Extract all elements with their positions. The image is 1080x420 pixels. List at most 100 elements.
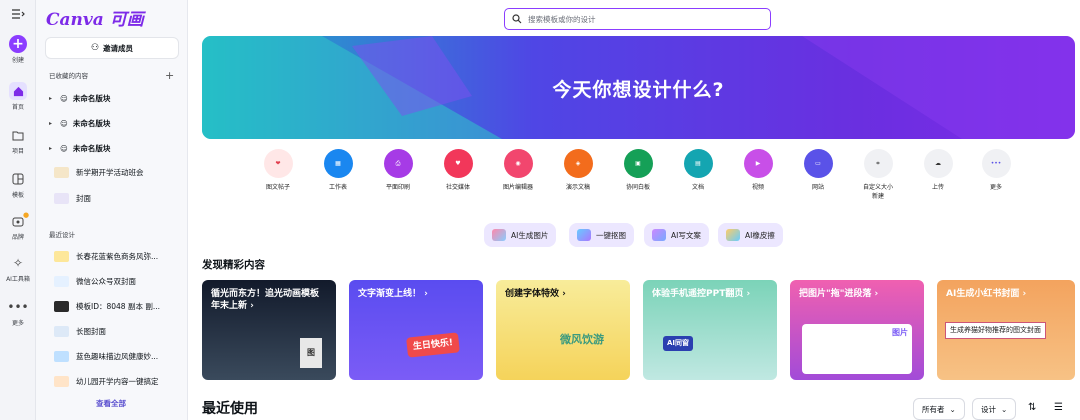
card-title: 体验手机遥控PPT翻页 › [652,289,751,299]
recent-design-item[interactable]: 新学期开学活动班会 [54,167,144,178]
category-label: 文档 [691,184,704,191]
design-thumbnail [54,276,69,287]
category-label: 更多 [989,184,1002,191]
invite-members-button[interactable]: ⚇ 邀请成员 [45,37,179,59]
category-label: 工作表 [328,184,347,191]
smile-icon: ☺ [60,119,68,128]
category-worksheet[interactable]: ▦ 工作表 [310,149,366,191]
card-art: 微风饮游 [560,333,604,346]
category-website[interactable]: ▭ 网站 [790,149,846,191]
ai-tools-label: AI工具箱 [6,276,30,283]
category-presentation[interactable]: ◈ 演示文稿 [550,149,606,191]
recent-design-item[interactable]: 模板ID：8048 副本 副... [54,301,160,312]
ai-eraser-button[interactable]: AI橡皮擦 [718,223,783,247]
category-docs[interactable]: ▤ 文档 [670,149,726,191]
search-box[interactable]: 搜索模板或你的设计 [504,8,771,30]
design-thumbnail [54,326,69,337]
more-dots-icon: ••• [981,149,1011,178]
website-icon: ▭ [803,149,833,178]
discover-card[interactable]: AI生成小红书封面 › 生成养猫好物推荐的图文封面 [937,280,1075,380]
category-label: 上传 [931,184,944,191]
nav-ai-tools[interactable]: ✧ AI工具箱 [0,254,36,283]
favorites-heading: 已收藏的内容 [49,72,88,80]
discover-card[interactable]: 循光而东方！追光动画模板年末上新 › 图 [202,280,336,380]
add-favorite-icon[interactable]: + [165,69,174,82]
recent-design-item[interactable]: 长春花蓝紫色商务风弥... [54,251,158,262]
category-upload[interactable]: ☁ 上传 [910,149,966,191]
card-art: 图 [300,338,322,368]
hero-title: 今天你想设计什么? [552,79,725,101]
magic-write-icon [652,229,666,241]
nav-templates[interactable]: 模板 [0,170,36,199]
create-label: 创建 [11,57,24,64]
category-custom-size[interactable]: ⌗ 自定义大小 新建 [850,149,906,200]
recent-design-label: 长图封面 [76,327,106,336]
card-title: AI生成小红书封面 › [946,289,1027,299]
recent-design-item[interactable]: 长图封面 [54,326,106,337]
list-view-icon[interactable]: ☰ [1054,402,1063,413]
category-posts[interactable]: ❤ 图文帖子 [250,149,306,191]
nav-home[interactable]: 首页 [0,82,36,111]
whiteboard-icon: ▣ [623,149,653,178]
folder-icon [9,126,27,144]
sort-icon[interactable]: ⇅ [1028,402,1036,413]
view-all-link[interactable]: 查看全部 [96,398,126,409]
design-filter-dropdown[interactable]: 设计 ⌄ [972,398,1017,420]
dropdown-label: 所有者 [922,404,945,414]
nav-brand[interactable]: ● 品牌 [0,211,36,241]
category-print[interactable]: ⎙ 平面印刷 [370,149,426,191]
remove-bg-button[interactable]: 一键抠图 [569,223,634,247]
design-thumbnail [54,251,69,262]
discover-card[interactable]: 体验手机遥控PPT翻页 › AI同窗 [643,280,777,380]
ai-write-button[interactable]: AI写文案 [644,223,709,247]
recent-design-item[interactable]: 封面 [54,193,91,204]
nav-projects[interactable]: 项目 [0,126,36,155]
recent-design-label: 长春花蓝紫色商务风弥... [76,252,159,261]
discover-card[interactable]: 创建字体特效 › 微风饮游 [496,280,630,380]
discover-heading: 发现精彩内容 [202,259,265,271]
category-social[interactable]: ♥ 社交媒体 [430,149,486,191]
category-label: 协同白板 [625,184,650,191]
category-label: 图片编辑器 [502,184,533,191]
category-video[interactable]: ▶ 视频 [730,149,786,191]
presentation-icon: ◈ [563,149,593,178]
table-icon: ▦ [323,149,353,178]
eraser-icon [726,229,740,241]
search-input[interactable]: 搜索模板或你的设计 [528,14,596,25]
smile-icon: ☺ [60,94,68,103]
recent-design-item[interactable]: 幼儿园开学内容一键搞定 [54,376,159,387]
discover-card[interactable]: 把图片"拖"进段落 › 图片 [790,280,924,380]
category-whiteboard[interactable]: ▣ 协同白板 [610,149,666,191]
nav-more[interactable]: ••• 更多 [0,298,36,327]
design-thumbnail [54,193,69,204]
sparkle-icon: ✧ [12,256,24,270]
owner-filter-dropdown[interactable]: 所有者 ⌄ [913,398,965,420]
design-thumbnail [54,351,69,362]
favorite-label: 未命名版块 [72,119,111,128]
favorite-item[interactable]: ▸ ☺ 未命名版块 [49,93,110,104]
category-photo-editor[interactable]: ◉ 图片编辑器 [490,149,546,191]
menu-toggle-icon[interactable] [0,8,36,22]
category-label: 演示文稿 [565,184,590,191]
pill-label: AI橡皮擦 [745,230,775,240]
cloud-upload-icon: ☁ [923,149,953,178]
ai-generate-image-button[interactable]: AI生成图片 [484,223,557,247]
recent-design-item[interactable]: 微信公众号双封面 [54,276,136,287]
main-content: 搜索模板或你的设计 今天你想设计什么? ❤ 图文帖子 ▦ 工作表 ⎙ 平面印刷 ♥ 社交… [188,0,1080,420]
create-button[interactable]: + 创建 [0,35,36,64]
category-more[interactable]: ••• 更多 [968,149,1024,191]
favorite-item[interactable]: ▸ ☺ 未命名版块 [49,143,110,154]
more-dots-icon: ••• [7,300,29,314]
favorite-item[interactable]: ▸ ☺ 未命名版块 [49,118,110,129]
canva-logo[interactable]: Canva 可画 [46,5,144,30]
more-label: 更多 [11,320,24,327]
card-title: 循光而东方！追光动画模板年末上新 › [211,289,320,312]
card-title: 文字渐变上线！ › [358,289,428,299]
design-thumbnail [54,167,69,178]
recent-designs-heading: 最近设计 [49,231,75,239]
discover-card[interactable]: 文字渐变上线！ › 生日快乐! [349,280,483,380]
plus-icon: + [9,35,27,53]
home-label: 首页 [11,104,24,111]
dropdown-label: 设计 [981,404,996,414]
recent-design-item[interactable]: 蓝色趣味描边风健康妙... [54,351,158,362]
